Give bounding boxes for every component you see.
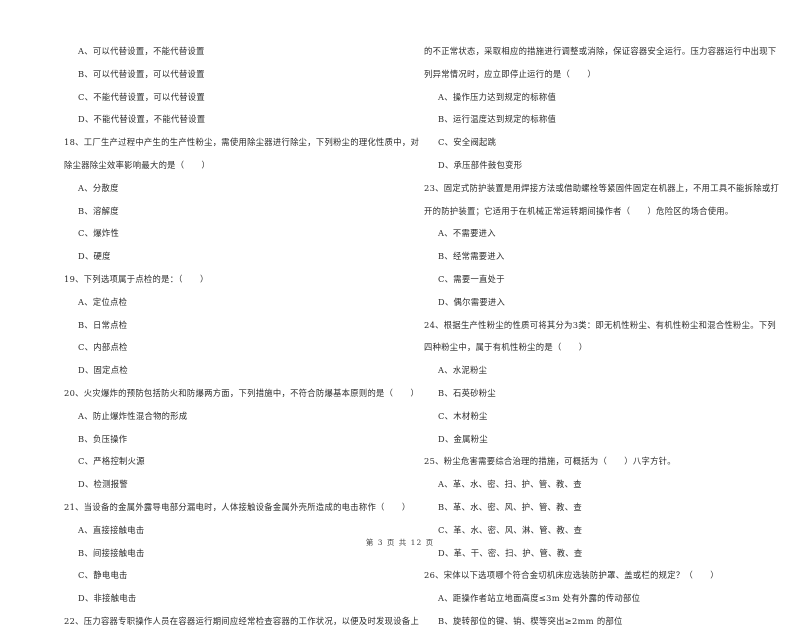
answer-option: D、检测报警: [78, 479, 128, 490]
answer-option: B、负压操作: [78, 433, 128, 444]
answer-option: A、距操作者站立地面高度≤3m 处有外露的传动部位: [438, 593, 641, 604]
question-continuation: 除尘器除尘效率影响最大的是（ ）: [64, 159, 211, 170]
question-text: 21、当设备的金属外露导电部分漏电时，人体接触设备金属外壳所造成的电击称作（ ）: [64, 501, 411, 512]
question-text: 19、下列选项属于点检的是：（ ）: [64, 273, 209, 284]
answer-option: C、静电电击: [78, 570, 128, 581]
answer-option: C、不能代替设置，可以代替设置: [78, 91, 206, 102]
answer-option: C、需要一直处于: [438, 273, 505, 284]
answer-option: D、非接触电击: [78, 593, 137, 604]
answer-option: B、可以代替设置，可以代替设置: [78, 68, 205, 79]
question-text: 22、压力容器专职操作人员在容器运行期间应经常检查容器的工作状况，以便及时发现设…: [64, 615, 420, 626]
question-text: 20、火灾爆炸的预防包括防火和防爆两方面，下列措施中，不符合防爆基本原则的是（ …: [64, 387, 420, 398]
answer-option: A、防止爆炸性混合物的形成: [78, 410, 188, 421]
question-text: 18、工厂生产过程中产生的生产性粉尘，需使用除尘器进行除尘，下列粉尘的理化性质中…: [64, 137, 420, 148]
answer-option: B、旋转部位的键、销、楔等突出≥2mm 的部位: [438, 615, 623, 626]
answer-option: C、内部点检: [78, 342, 128, 353]
answer-option: A、水泥粉尘: [438, 365, 488, 376]
answer-option: A、定位点检: [78, 296, 128, 307]
answer-option: D、偶尔需要进入: [438, 296, 506, 307]
answer-option: D、硬度: [78, 251, 111, 262]
answer-option: B、溶解度: [78, 205, 119, 216]
question-text: 25、粉尘危害需要综合治理的措施，可概括为（ ）八字方针。: [424, 456, 676, 467]
question-continuation: 列异常情况时，应立即停止运行的是（ ）: [424, 68, 596, 79]
answer-option: A、革、水、密、扫、护、管、教、查: [438, 479, 582, 490]
answer-option: D、不能代替设置，不能代替设置: [78, 114, 206, 125]
answer-option: B、日常点检: [78, 319, 128, 330]
question-continuation: 的不正常状态，采取相应的措施进行调整或消除，保证容器安全运行。压力容器运行中出现…: [424, 46, 777, 56]
question-text: 26、宋体以下选项哪个符合金切机床应选装防护罩、盖或栏的规定？（ ）: [424, 570, 719, 581]
answer-option: A、不需要进入: [438, 228, 496, 239]
answer-option: B、石英砂粉尘: [438, 387, 496, 398]
question-continuation: 四种粉尘中，属于有机性粉尘的是（ ）: [424, 342, 588, 353]
answer-option: C、爆炸性: [78, 228, 120, 239]
question-continuation: 开的防护装置；它适用于在机械正常运转期间操作者（ ）危险区的场合使用。: [424, 205, 734, 216]
answer-option: A、可以代替设置，不能代替设置: [78, 46, 205, 56]
question-text: 24、根据生产性粉尘的性质可将其分为3类：即无机性粉尘、有机性粉尘和混合性粉尘。…: [424, 319, 777, 330]
answer-option: D、承压部件鼓包变形: [438, 159, 523, 170]
answer-option: A、操作压力达到规定的标称值: [438, 91, 557, 102]
answer-option: C、严格控制火源: [78, 456, 145, 467]
answer-option: B、经常需要进入: [438, 251, 505, 262]
answer-option: C、安全阀起跳: [438, 137, 497, 148]
page-footer: 第 3 页 共 12 页: [365, 538, 435, 547]
answer-option: B、革、水、密、风、护、管、教、查: [438, 501, 582, 512]
exam-page: A、可以代替设置，不能代替设置 B、可以代替设置，可以代替设置 C、不能代替设置，可…: [0, 0, 800, 626]
answer-option: A、分散度: [78, 182, 119, 193]
answer-option: D、固定点检: [78, 365, 128, 376]
answer-option: C、木材粉尘: [438, 410, 488, 421]
question-text: 23、固定式防护装置是用焊接方法或借助螺栓等紧固件固定在机器上，不用工具不能拆除…: [424, 182, 780, 193]
answer-option: D、金属粉尘: [438, 433, 488, 444]
answer-option: B、运行温度达到规定的标称值: [438, 114, 557, 125]
